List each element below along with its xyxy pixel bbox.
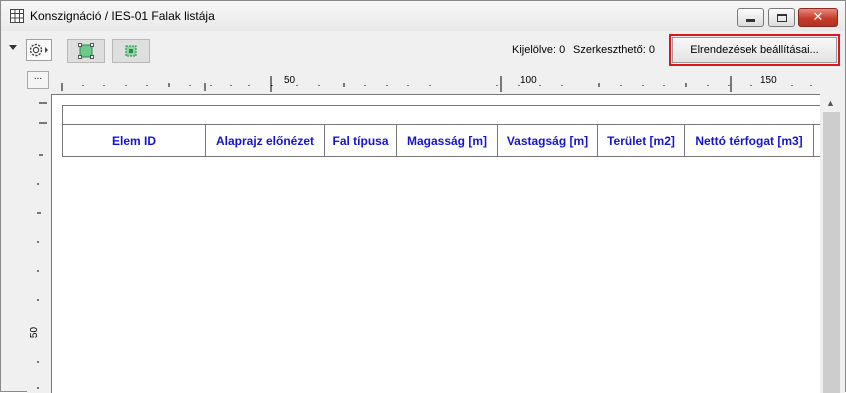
gear-icon — [29, 43, 48, 57]
selected-count: Kijelölve: 0 — [512, 44, 566, 56]
vertical-ruler: 50 — [27, 94, 51, 393]
close-button[interactable]: ✕ — [798, 8, 838, 27]
zoom-selection-icon — [125, 45, 137, 57]
vertical-scrollbar[interactable]: ▲ — [820, 94, 845, 393]
layout-settings-button[interactable]: Elrendezések beállításai... — [672, 37, 837, 63]
editable-count: Szerkeszthető: 0 — [573, 44, 655, 56]
show-selection-button[interactable] — [112, 39, 150, 63]
table-icon — [10, 9, 24, 23]
column-header-net-volume[interactable]: Nettó térfogat [m3] — [685, 125, 814, 156]
maximize-button[interactable] — [768, 8, 795, 27]
title-bar[interactable]: Konszignáció / IES-01 Falak listája ✕ — [1, 1, 845, 31]
select-all-button[interactable] — [67, 39, 105, 63]
select-element-icon — [78, 43, 94, 59]
column-header-wall-type[interactable]: Fal típusa — [325, 125, 397, 156]
vertical-ruler-ticks — [37, 102, 47, 389]
column-header-thickness[interactable]: Vastagság [m] — [498, 125, 598, 156]
minimize-icon — [746, 18, 755, 22]
window-title: Konszignáció / IES-01 Falak listája — [30, 9, 215, 23]
ruler-label-150: 150 — [760, 75, 777, 86]
toolbar-menu-arrow-icon[interactable] — [9, 45, 17, 50]
close-icon: ✕ — [812, 10, 824, 25]
column-header-height[interactable]: Magasság [m] — [397, 125, 498, 156]
ruler-label-v50: 50 — [29, 326, 41, 339]
horizontal-ruler-ticks — [61, 76, 812, 92]
maximize-icon — [776, 13, 787, 22]
schedule-content-area: Elem ID Alaprajz előnézet Fal típusa Mag… — [51, 94, 821, 393]
horizontal-ruler: 50 100 150 — [51, 70, 821, 94]
more-options-button[interactable]: ... — [27, 71, 49, 89]
column-header-floor-plan-preview[interactable]: Alaprajz előnézet — [206, 125, 325, 156]
toolbar: Kijelölve: 0 Szerkeszthető: 0 Elrendezés… — [1, 31, 845, 69]
settings-menu-button[interactable] — [26, 39, 52, 61]
minimize-button[interactable] — [737, 8, 764, 27]
scroll-track[interactable] — [823, 112, 840, 393]
scroll-up-icon[interactable]: ▲ — [826, 98, 835, 108]
ruler-label-50: 50 — [284, 75, 296, 86]
schedule-window: Konszignáció / IES-01 Falak listája ✕ Ki… — [0, 0, 846, 393]
table-header-row: Elem ID Alaprajz előnézet Fal típusa Mag… — [62, 124, 821, 157]
table-title-row — [62, 105, 821, 125]
column-header-area[interactable]: Terület [m2] — [598, 125, 685, 156]
ruler-label-100: 100 — [520, 75, 537, 86]
column-header-elem-id[interactable]: Elem ID — [63, 125, 206, 156]
